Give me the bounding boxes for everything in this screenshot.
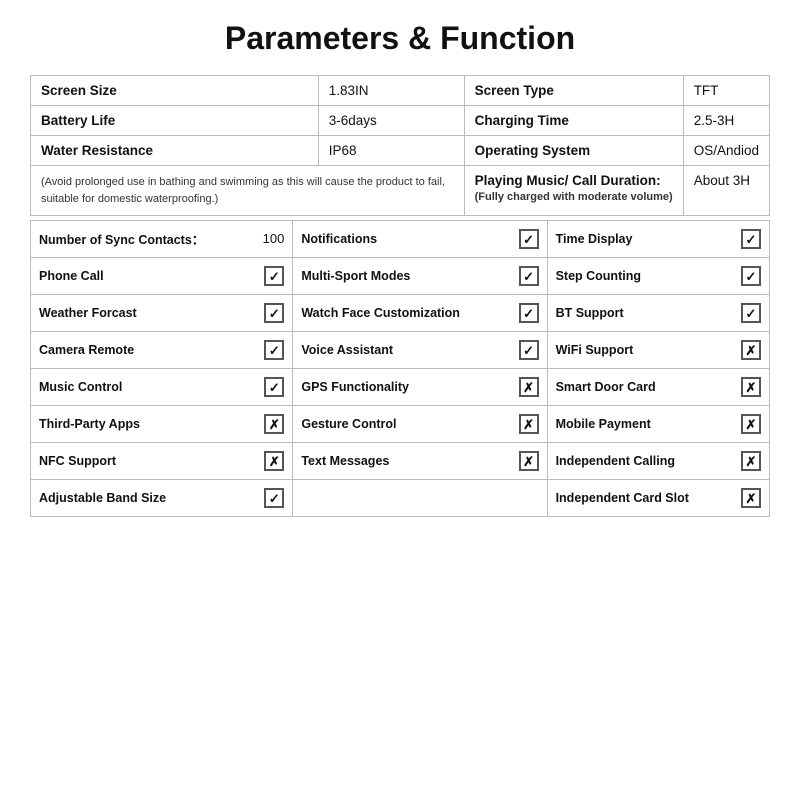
feature-row: Camera Remote✓Voice Assistant✓WiFi Suppo… [31,331,770,368]
feature-row: Adjustable Band Size✓ Independent Card Sl… [31,479,770,516]
feature-row: NFC Support✗Text Messages✗Independent Ca… [31,442,770,479]
feature-col2-0: Notifications✓ [293,220,547,257]
music-label: Playing Music/ Call Duration: (Fully cha… [464,166,683,216]
feature-col1-0: Number of Sync Contacts：100 [31,220,293,257]
feature-col3-3: WiFi Support✗ [547,331,769,368]
feature-row: Phone Call✓Multi-Sport Modes✓Step Counti… [31,257,770,294]
feature-col1-2: Weather Forcast✓ [31,294,293,331]
feature-col3-7: Independent Card Slot✗ [547,479,769,516]
feature-row: Third-Party Apps✗Gesture Control✗Mobile … [31,405,770,442]
feature-row: Music Control✓GPS Functionality✗Smart Do… [31,368,770,405]
feature-col2-7 [293,479,547,516]
charging-time-label: Charging Time [464,106,683,136]
feature-col3-5: Mobile Payment✗ [547,405,769,442]
features-table: Number of Sync Contacts：100Notifications… [30,220,770,517]
feature-col1-3: Camera Remote✓ [31,331,293,368]
feature-col3-6: Independent Calling✗ [547,442,769,479]
feature-row: Number of Sync Contacts：100Notifications… [31,220,770,257]
charging-time-value: 2.5-3H [683,106,769,136]
page: Parameters & Function Screen Size 1.83IN… [0,0,800,800]
feature-col3-4: Smart Door Card✗ [547,368,769,405]
feature-col1-1: Phone Call✓ [31,257,293,294]
water-note: (Avoid prolonged use in bathing and swim… [31,166,465,216]
screen-type-label: Screen Type [464,76,683,106]
feature-col2-3: Voice Assistant✓ [293,331,547,368]
battery-life-label: Battery Life [31,106,319,136]
feature-col3-2: BT Support✓ [547,294,769,331]
feature-col2-4: GPS Functionality✗ [293,368,547,405]
screen-type-value: TFT [683,76,769,106]
music-value: About 3H [683,166,769,216]
battery-life-value: 3-6days [318,106,464,136]
feature-col2-6: Text Messages✗ [293,442,547,479]
water-resistance-value: IP68 [318,136,464,166]
screen-size-label: Screen Size [31,76,319,106]
os-label: Operating System [464,136,683,166]
feature-col2-2: Watch Face Customization✓ [293,294,547,331]
feature-col3-1: Step Counting✓ [547,257,769,294]
specs-table: Screen Size 1.83IN Screen Type TFT Batte… [30,75,770,216]
feature-col2-5: Gesture Control✗ [293,405,547,442]
feature-col2-1: Multi-Sport Modes✓ [293,257,547,294]
feature-col3-0: Time Display✓ [547,220,769,257]
feature-col1-6: NFC Support✗ [31,442,293,479]
feature-col1-5: Third-Party Apps✗ [31,405,293,442]
feature-row: Weather Forcast✓Watch Face Customization… [31,294,770,331]
screen-size-value: 1.83IN [318,76,464,106]
feature-col1-4: Music Control✓ [31,368,293,405]
os-value: OS/Andiod [683,136,769,166]
feature-col1-7: Adjustable Band Size✓ [31,479,293,516]
water-resistance-label: Water Resistance [31,136,319,166]
page-title: Parameters & Function [30,20,770,57]
